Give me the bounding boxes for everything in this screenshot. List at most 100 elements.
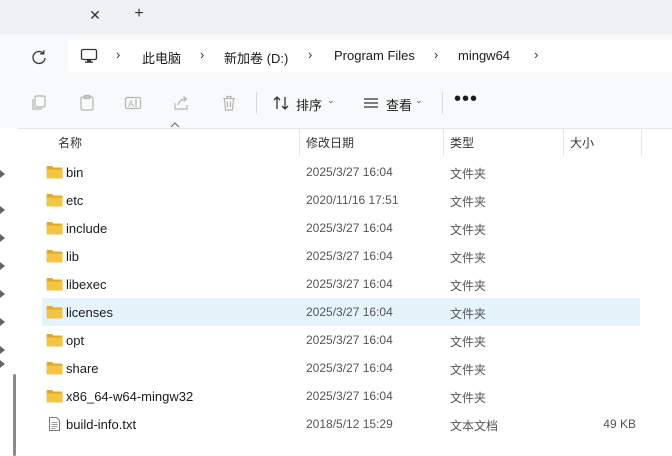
file-modified-date: 2025/3/27 16:04 [306,249,393,263]
column-header-type[interactable]: 类型 [450,134,474,151]
tab-bar: ✕ + [0,0,672,34]
file-type: 文件夹 [450,167,487,181]
folder-icon [46,165,63,179]
paste-icon[interactable] [78,94,96,112]
folder-icon [46,389,63,403]
file-modified-date: 2025/3/27 16:04 [306,389,393,403]
file-name: opt [66,333,85,348]
file-type: 文件夹 [450,335,487,349]
folder-icon [46,333,63,347]
expand-arrow-icon[interactable] [0,346,6,354]
file-size: 49 KB [603,417,636,431]
column-header-name[interactable]: 名称 [58,134,82,151]
expand-arrow-icon[interactable] [0,360,6,368]
file-row[interactable]: share 2025/3/27 16:04 文件夹 [42,354,640,382]
navigation-pane-scrollbar[interactable] [13,374,16,456]
file-modified-date: 2025/3/27 16:04 [306,165,393,179]
file-modified-date: 2020/11/16 17:51 [306,193,399,207]
expand-arrow-icon[interactable] [0,206,6,214]
file-type: 文件夹 [450,251,487,265]
sort-label: 排序 [296,98,323,113]
svg-text:A: A [128,99,134,109]
view-icon [362,94,380,112]
navigation-pane[interactable] [0,128,18,456]
more-options-button[interactable]: ••• [454,88,478,111]
file-row[interactable]: include 2025/3/27 16:04 文件夹 [42,214,640,242]
breadcrumb-separator-icon[interactable]: › [116,47,120,62]
navigation-bar: › 此电脑 › 新加卷 (D:) › Program Files › mingw… [0,34,672,78]
column-header-row: 名称 修改日期 类型 大小 [18,122,672,156]
column-divider[interactable] [563,128,564,156]
toolbar-divider [256,92,257,114]
file-type: 文件夹 [450,223,487,237]
address-bar[interactable]: › 此电脑 › 新加卷 (D:) › Program Files › mingw… [68,40,672,72]
breadcrumb-program-files[interactable]: Program Files [334,48,415,63]
column-divider[interactable] [299,128,300,156]
file-row[interactable]: lib 2025/3/27 16:04 文件夹 [42,242,640,270]
share-icon[interactable] [172,94,190,112]
view-label: 查看 [386,98,413,113]
file-name: libexec [66,277,107,292]
folder-icon [46,277,63,291]
file-modified-date: 2025/3/27 16:04 [306,333,393,347]
expand-arrow-icon[interactable] [0,290,6,298]
text-file-icon [46,417,63,431]
file-type: 文件夹 [450,363,487,377]
file-name: licenses [66,305,113,320]
this-pc-icon[interactable] [80,48,98,64]
file-row[interactable]: x86_64-w64-mingw32 2025/3/27 16:04 文件夹 [42,382,640,410]
file-name: include [66,221,108,236]
folder-icon [46,249,63,263]
breadcrumb-separator-icon[interactable]: › [434,47,438,62]
file-modified-date: 2025/3/27 16:04 [306,221,393,235]
chevron-down-icon: ⌄ [327,95,335,105]
file-row[interactable]: libexec 2025/3/27 16:04 文件夹 [42,270,640,298]
toolbar-divider [442,92,443,114]
file-type: 文件夹 [450,279,487,293]
rename-icon[interactable]: A [124,94,142,112]
new-tab-button[interactable]: + [130,5,148,23]
column-header-size[interactable]: 大小 [570,134,594,151]
file-type: 文本文档 [450,419,499,433]
folder-icon [46,221,63,235]
expand-arrow-icon[interactable] [0,318,6,326]
delete-icon[interactable] [220,94,238,112]
file-row[interactable]: bin 2025/3/27 16:04 文件夹 [42,158,640,186]
folder-icon [46,305,63,319]
expand-arrow-icon[interactable] [0,234,6,242]
breadcrumb-separator-icon[interactable]: › [308,47,312,62]
refresh-icon[interactable] [28,46,50,68]
breadcrumb-separator-icon[interactable]: › [200,47,204,62]
sort-ascending-icon [170,122,180,128]
file-name: lib [66,249,80,264]
file-modified-date: 2025/3/27 16:04 [306,305,393,319]
breadcrumb-separator-icon[interactable]: › [534,47,538,62]
folder-icon [46,193,63,207]
file-name: etc [66,193,84,208]
file-type: 文件夹 [450,195,487,209]
file-row[interactable]: etc 2020/11/16 17:51 文件夹 [42,186,640,214]
file-type: 文件夹 [450,307,487,321]
breadcrumb-mingw64[interactable]: mingw64 [458,48,510,63]
column-header-date[interactable]: 修改日期 [306,134,354,151]
expand-arrow-icon[interactable] [0,262,6,270]
breadcrumb-drive-d[interactable]: 新加卷 (D:) [224,48,288,67]
file-row[interactable]: build-info.txt 2018/5/12 15:29 文本文档 49 KB [42,410,640,438]
copy-icon[interactable] [30,94,48,112]
file-type: 文件夹 [450,391,487,405]
file-row[interactable]: opt 2025/3/27 16:04 文件夹 [42,326,640,354]
file-name: share [66,361,99,376]
column-divider[interactable] [641,128,642,156]
chevron-down-icon: ⌄ [415,95,423,105]
file-name: build-info.txt [66,417,137,432]
close-tab-icon[interactable]: ✕ [86,6,104,24]
file-modified-date: 2018/5/12 15:29 [306,417,393,431]
command-bar: A 排序 ⌄ 查看 ⌄ ••• [0,78,672,129]
file-row[interactable]: licenses 2025/3/27 16:04 文件夹 [42,298,640,326]
breadcrumb-this-pc[interactable]: 此电脑 [142,48,181,67]
expand-arrow-icon[interactable] [0,170,6,178]
folder-icon [46,361,63,375]
file-modified-date: 2025/3/27 16:04 [306,361,393,375]
column-divider[interactable] [443,128,444,156]
file-modified-date: 2025/3/27 16:04 [306,277,393,291]
